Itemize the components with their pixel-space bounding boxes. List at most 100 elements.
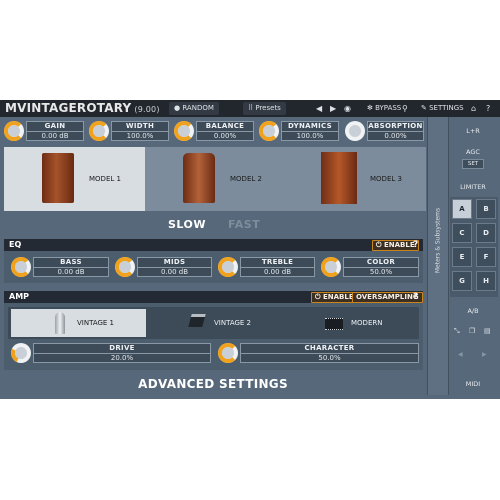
key-g-button[interactable]: G bbox=[452, 271, 472, 291]
prev-preset-icon[interactable]: ◀ bbox=[316, 102, 322, 115]
vintage-1-option[interactable]: VINTAGE 1 bbox=[11, 309, 146, 337]
amp-type-selector: VINTAGE 1 VINTAGE 2 MODERN bbox=[8, 307, 419, 339]
advanced-settings-button[interactable]: ADVANCED SETTINGS bbox=[0, 373, 426, 395]
wrench-icon: ✎ bbox=[421, 104, 430, 112]
amp-enable-label: ENABLE bbox=[322, 293, 354, 301]
absorption-param[interactable]: ABSORPTION 0.00% bbox=[367, 121, 424, 141]
fast-button[interactable]: FAST bbox=[228, 218, 260, 231]
eq-enable-label: ENABLE bbox=[383, 241, 415, 249]
app-version: (9.00) bbox=[134, 105, 160, 114]
amp-help-icon[interactable]: ? bbox=[413, 292, 418, 302]
midi-button[interactable]: MIDI bbox=[449, 380, 497, 388]
model-3-option[interactable]: MODEL 3 bbox=[285, 147, 426, 211]
gain-label: GAIN bbox=[27, 122, 83, 132]
model-selector: MODEL 1 MODEL 2 MODEL 3 bbox=[4, 147, 426, 211]
width-label: WIDTH bbox=[112, 122, 168, 132]
model-1-option[interactable]: MODEL 1 bbox=[4, 147, 145, 211]
absorption-label: ABSORPTION bbox=[368, 122, 423, 132]
key-c-button[interactable]: C bbox=[452, 223, 472, 243]
power-icon: ⏻ bbox=[376, 241, 384, 249]
copy-icon[interactable]: ❐ bbox=[469, 327, 475, 335]
eq-title: EQ bbox=[9, 240, 22, 249]
key-d-button[interactable]: D bbox=[476, 223, 496, 243]
presets-button[interactable]: ⠿ Presets bbox=[243, 102, 286, 115]
key-a-button[interactable]: A bbox=[452, 199, 472, 219]
ab-button[interactable]: A/B bbox=[449, 307, 497, 315]
limiter-button[interactable]: LIMITER bbox=[449, 183, 497, 191]
right-panel: L+R AGC SET LIMITER A B C D E F G H A/B … bbox=[449, 117, 500, 399]
treble-label: TREBLE bbox=[241, 258, 314, 268]
help-icon[interactable]: ? bbox=[486, 102, 490, 115]
dynamics-param[interactable]: DYNAMICS 100.0% bbox=[281, 121, 339, 141]
undo-icon[interactable]: ◀ bbox=[458, 351, 463, 358]
oversampling-button[interactable]: OVERSAMPLING bbox=[352, 292, 423, 303]
width-param[interactable]: WIDTH 100.0% bbox=[111, 121, 169, 141]
settings-label: SETTINGS bbox=[429, 104, 464, 112]
paste-icon[interactable]: ▤ bbox=[484, 327, 491, 335]
main-knob-row: GAIN 0.00 dB WIDTH 100.0% BALANCE 0.00% DYN… bbox=[0, 117, 426, 148]
eq-enable-button[interactable]: ⏻ ENABLE bbox=[372, 240, 419, 251]
key-b-button[interactable]: B bbox=[476, 199, 496, 219]
settings-button[interactable]: ✎ SETTINGS bbox=[416, 102, 469, 115]
power-icon: ⏻ bbox=[315, 293, 323, 301]
drive-label: DRIVE bbox=[34, 344, 210, 354]
treble-param[interactable]: TREBLE 0.00 dB bbox=[240, 257, 315, 277]
balance-knob[interactable] bbox=[174, 121, 194, 141]
key-h-button[interactable]: H bbox=[476, 271, 496, 291]
random-button[interactable]: ● RANDOM bbox=[169, 102, 219, 115]
eq-help-icon[interactable]: ? bbox=[413, 240, 418, 250]
bypass-button[interactable]: ✻ BYPASS bbox=[362, 102, 406, 115]
drive-param[interactable]: DRIVE 20.0% bbox=[33, 343, 211, 363]
color-label: COLOR bbox=[344, 258, 418, 268]
key-f-button[interactable]: F bbox=[476, 247, 496, 267]
amp-header: AMP ⏻ ENABLE OVERSAMPLING ? bbox=[4, 291, 423, 303]
dynamics-label: DYNAMICS bbox=[282, 122, 338, 132]
bass-knob[interactable] bbox=[11, 257, 31, 277]
bypass-label: BYPASS bbox=[375, 104, 402, 112]
gain-param[interactable]: GAIN 0.00 dB bbox=[26, 121, 84, 141]
bass-param[interactable]: BASS 0.00 dB bbox=[33, 257, 109, 277]
save-preset-icon[interactable]: ◉ bbox=[344, 102, 351, 115]
treble-knob[interactable] bbox=[218, 257, 238, 277]
character-value: 50.0% bbox=[318, 354, 341, 362]
home-icon[interactable]: ⌂ bbox=[471, 102, 476, 115]
vintage-1-label: VINTAGE 1 bbox=[77, 319, 115, 327]
mids-param[interactable]: MIDS 0.00 dB bbox=[137, 257, 212, 277]
mids-value: 0.00 dB bbox=[160, 268, 189, 276]
tube-icon bbox=[55, 312, 65, 334]
modern-label: MODERN bbox=[351, 319, 383, 327]
redo-icon[interactable]: ▶ bbox=[482, 351, 487, 358]
stereo-icon[interactable]: ⚲ bbox=[402, 102, 408, 115]
gain-knob[interactable] bbox=[4, 121, 24, 141]
random-label: RANDOM bbox=[182, 104, 214, 112]
absorption-knob[interactable] bbox=[345, 121, 365, 141]
amp-enable-button[interactable]: ⏻ ENABLE bbox=[311, 292, 358, 303]
eq-header: EQ ⏻ ENABLE ? bbox=[4, 239, 423, 251]
model-2-option[interactable]: MODEL 2 bbox=[145, 147, 285, 211]
lr-button[interactable]: L+R bbox=[449, 127, 497, 135]
balance-param[interactable]: BALANCE 0.00% bbox=[196, 121, 254, 141]
agc-set-button[interactable]: SET bbox=[462, 159, 484, 169]
mids-knob[interactable] bbox=[115, 257, 135, 277]
modern-option[interactable]: MODERN bbox=[285, 309, 417, 337]
vintage-2-option[interactable]: VINTAGE 2 bbox=[148, 309, 283, 337]
amp-panel: VINTAGE 1 VINTAGE 2 MODERN DRIVE 20.0% CH… bbox=[4, 303, 423, 370]
key-e-button[interactable]: E bbox=[452, 247, 472, 267]
character-knob[interactable] bbox=[218, 343, 238, 363]
drive-knob[interactable] bbox=[8, 340, 34, 366]
dynamics-knob[interactable] bbox=[259, 121, 279, 141]
character-param[interactable]: CHARACTER 50.0% bbox=[240, 343, 419, 363]
color-knob[interactable] bbox=[321, 257, 341, 277]
meters-strip[interactable]: Meters & Subsystems bbox=[427, 117, 449, 395]
color-param[interactable]: COLOR 50.0% bbox=[343, 257, 419, 277]
amp-title: AMP bbox=[9, 292, 30, 301]
width-knob[interactable] bbox=[89, 121, 109, 141]
preset-key-grid: A B C D E F G H bbox=[450, 197, 498, 297]
slow-button[interactable]: SLOW bbox=[168, 218, 206, 231]
expand-icon[interactable]: ⤡ bbox=[454, 327, 460, 336]
next-preset-icon[interactable]: ▶ bbox=[330, 102, 336, 115]
mids-label: MIDS bbox=[138, 258, 211, 268]
dynamics-value: 100.0% bbox=[296, 132, 324, 140]
character-label: CHARACTER bbox=[241, 344, 418, 354]
bass-value: 0.00 dB bbox=[57, 268, 85, 276]
